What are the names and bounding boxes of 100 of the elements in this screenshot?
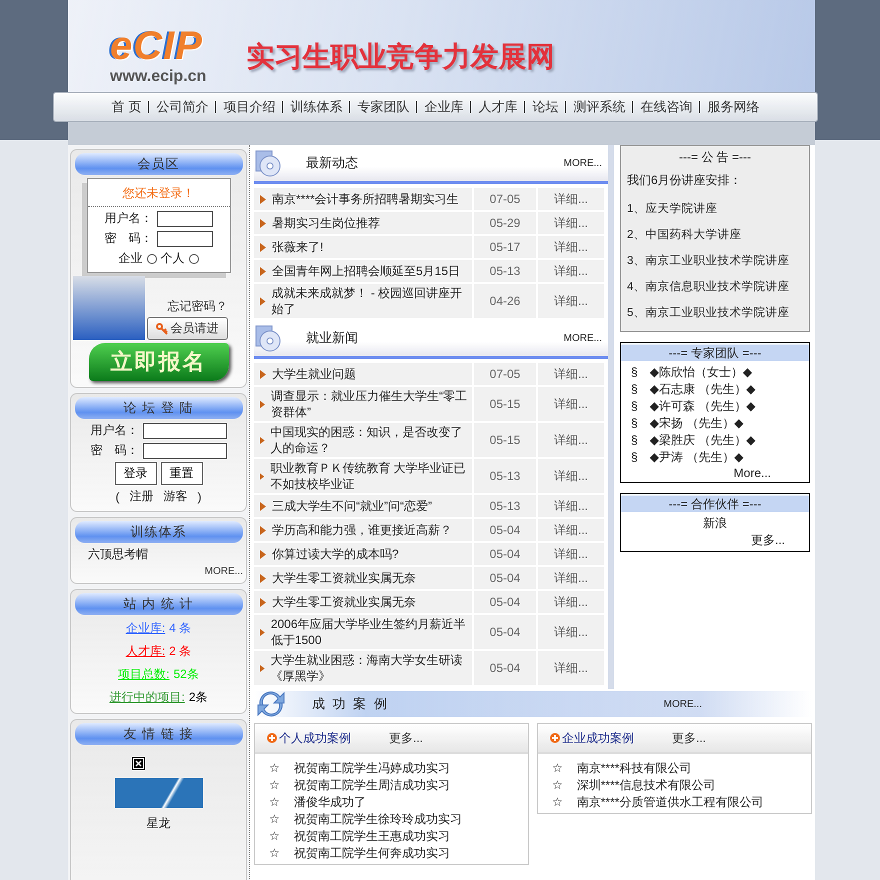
news-link[interactable]: 中国现实的困惑：知识，是否改变了人的命运？ — [270, 424, 468, 456]
case-link[interactable]: 祝贺南工院学生冯婷成功实习 — [294, 760, 450, 777]
more-link[interactable]: MORE... — [564, 332, 602, 344]
username-field[interactable] — [156, 210, 212, 226]
nav-link[interactable]: 在线咨询 — [640, 98, 692, 116]
photo-placeholder[interactable] — [114, 778, 202, 808]
news-link[interactable]: 南京****会计事务所招聘暑期实习生 — [272, 191, 459, 207]
password-field[interactable] — [142, 442, 226, 458]
radio-button[interactable] — [188, 254, 198, 264]
more-link[interactable]: MORE... — [204, 566, 243, 577]
detail-link[interactable]: 详细... — [538, 260, 604, 282]
detail-link[interactable]: 详细... — [538, 495, 604, 517]
news-link[interactable]: 学历高和能力强，谁更接近高薪？ — [272, 522, 452, 538]
more-link[interactable]: 更多... — [672, 730, 706, 746]
nav-link[interactable]: 人才库 — [478, 98, 518, 116]
detail-link[interactable]: 详细... — [538, 519, 604, 541]
expert-link[interactable]: ◆石志康 （先生）◆ — [650, 381, 756, 398]
detail-link[interactable]: 详细... — [538, 423, 604, 457]
more-link[interactable]: 更多... — [750, 532, 785, 549]
panel-title: ---= 专家团队 =--- — [621, 343, 809, 361]
partner-link[interactable]: 新浪 — [703, 515, 727, 532]
nav-link[interactable]: 训练体系 — [290, 98, 342, 116]
link-caption[interactable]: 星龙 — [146, 816, 170, 830]
nav-link[interactable]: 服务网络 — [707, 98, 760, 116]
news-link[interactable]: 暑期实习生岗位推荐 — [272, 215, 380, 231]
nav-link[interactable]: 论坛 — [532, 98, 558, 116]
case-link[interactable]: 祝贺南工院学生何奔成功实习 — [294, 845, 450, 862]
password-field[interactable] — [156, 230, 212, 246]
triangle-icon — [260, 242, 266, 252]
training-link[interactable]: 六顶思考帽 — [74, 546, 148, 563]
username-field[interactable] — [142, 422, 226, 438]
detail-link[interactable]: 详细... — [538, 459, 604, 493]
panel-title[interactable]: 个人成功案例 — [279, 730, 387, 746]
news-link[interactable]: 大学生零工资就业实属无奈 — [272, 594, 416, 610]
expert-link[interactable]: ◆许可森 （先生）◆ — [650, 398, 756, 415]
member-login-button[interactable]: 会员请进 — [146, 317, 228, 340]
triangle-icon — [260, 628, 265, 636]
news-link[interactable]: 你算过读大学的成本吗? — [272, 546, 399, 562]
case-link[interactable]: 祝贺南工院学生周洁成功实习 — [294, 777, 450, 794]
detail-link[interactable]: 详细... — [538, 284, 604, 318]
news-link[interactable]: 大学生零工资就业实属无奈 — [272, 570, 416, 586]
news-link[interactable]: 调查显示：就业压力催生大学生“零工资群体” — [271, 388, 468, 420]
more-link[interactable]: 更多... — [389, 730, 424, 746]
detail-link[interactable]: 详细... — [538, 212, 604, 234]
detail-link[interactable]: 详细... — [538, 363, 604, 385]
star-bullet: ☆ — [552, 777, 563, 794]
panel-title[interactable]: 企业成功案例 — [562, 730, 670, 746]
date-cell: 04-26 — [474, 284, 536, 318]
expert-link[interactable]: ◆宋扬 （先生）◆ — [650, 415, 744, 432]
expert-link[interactable]: ◆陈欣怡（女士）◆ — [650, 364, 752, 381]
case-link[interactable]: 祝贺南工院学生王惠成功实习 — [294, 828, 450, 845]
detail-link[interactable]: 详细... — [538, 387, 604, 421]
forum-link[interactable]: 注册 — [130, 488, 154, 505]
expert-link[interactable]: ◆尹涛 （先生）◆ — [650, 449, 744, 466]
news-link[interactable]: 大学生就业问题 — [272, 366, 356, 382]
forum-link[interactable]: 游客 — [164, 488, 188, 505]
section-mark: § — [631, 449, 638, 466]
form-button[interactable]: 登录 — [114, 462, 156, 485]
news-link[interactable]: 2006年应届大学毕业生签约月薪近半低于1500 — [270, 616, 468, 648]
more-link[interactable]: More... — [734, 466, 771, 480]
news-link[interactable]: 三成大学生不问“就业”问“恋爱” — [272, 498, 432, 514]
nav-link[interactable]: 专家团队 — [357, 98, 410, 116]
detail-link[interactable]: 详细... — [538, 591, 604, 613]
section-mark: § — [631, 415, 638, 432]
detail-link[interactable]: 详细... — [538, 567, 604, 589]
stat-value: 52条 — [173, 666, 199, 683]
detail-link[interactable]: 详细... — [538, 651, 604, 685]
nav-link[interactable]: 首 页 — [112, 98, 142, 116]
more-link[interactable]: MORE... — [664, 698, 702, 710]
case-link[interactable]: 深圳****信息技术有限公司 — [576, 777, 716, 794]
forgot-password-link[interactable]: 忘记密码？ — [168, 298, 228, 315]
nav-link[interactable]: 测评系统 — [573, 98, 626, 116]
case-link[interactable]: 祝贺南工院学生徐玲玲成功实习 — [294, 811, 462, 828]
nav-link[interactable]: 公司简介 — [156, 98, 208, 116]
detail-link[interactable]: 详细... — [538, 615, 604, 649]
star-bullet: ☆ — [269, 828, 280, 845]
detail-link[interactable]: 详细... — [538, 543, 604, 565]
case-link[interactable]: 南京****分质管道供水工程有限公司 — [576, 794, 764, 811]
nav-link[interactable]: 项目介绍 — [223, 98, 276, 116]
nav-link[interactable]: 企业库 — [424, 98, 464, 116]
expert-link[interactable]: ◆梁胜庆 （先生）◆ — [650, 432, 756, 449]
panel-title: 站 内 统 计 — [74, 593, 242, 615]
news-link[interactable]: 张薇来了! — [272, 239, 324, 255]
stat-label[interactable]: 企业库: — [126, 618, 166, 638]
detail-link[interactable]: 详细... — [538, 188, 604, 210]
field-label: 用户名： — [104, 210, 152, 227]
detail-link[interactable]: 详细... — [538, 236, 604, 258]
case-link[interactable]: 潘俊华成功了 — [294, 794, 366, 811]
stat-label[interactable]: 人才库: — [126, 641, 166, 661]
key-icon — [156, 322, 168, 334]
more-link[interactable]: MORE... — [564, 158, 602, 168]
star-bullet: ☆ — [269, 777, 280, 794]
case-link[interactable]: 南京****科技有限公司 — [576, 760, 692, 777]
news-link[interactable]: 职业教育ＰＫ传统教育 大学毕业证已不如技校毕业证 — [270, 460, 468, 492]
news-link[interactable]: 大学生就业困惑：海南大学女生研读《厚黑学》 — [270, 652, 468, 684]
news-link[interactable]: 成就未来成就梦！ - 校园巡回讲座开始了 — [272, 285, 468, 317]
form-button[interactable]: 重置 — [160, 462, 202, 485]
news-link[interactable]: 全国青年网上招聘会顺延至5月15日 — [272, 263, 460, 279]
radio-button[interactable] — [146, 254, 156, 264]
stat-value: 2条 — [188, 689, 208, 706]
